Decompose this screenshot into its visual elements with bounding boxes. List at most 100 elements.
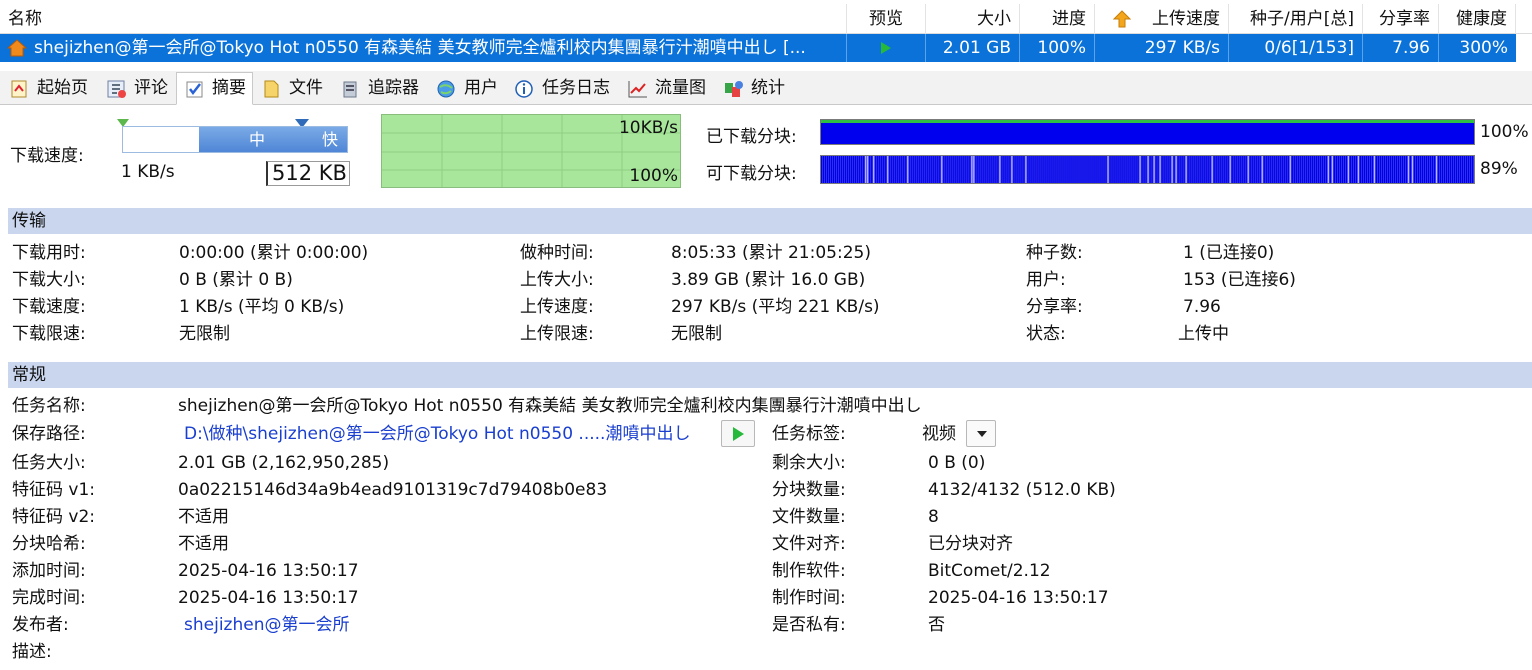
- column-health[interactable]: 健康度: [1439, 4, 1516, 34]
- task-share-ratio: 7.96: [1363, 34, 1439, 62]
- save-path-link[interactable]: D:\做种\shejizhen@第一会所@Tokyo Hot n0550 ...…: [184, 423, 690, 445]
- peers-label: 用户:: [1026, 270, 1066, 290]
- available-percent: 89%: [1480, 159, 1518, 179]
- publisher-link[interactable]: shejizhen@第一会所: [184, 614, 349, 636]
- task-list-header: 名称 预览 大小 进度 上传速度 种子/用户[总] 分享率 健康度: [0, 4, 1532, 34]
- remaining-size-value: 0 B (0): [928, 453, 986, 473]
- tab-summary[interactable]: 摘要: [176, 72, 253, 105]
- info-icon: [515, 80, 533, 98]
- tab-files[interactable]: 文件: [254, 73, 329, 104]
- download-speed-label: 下载速度:: [10, 146, 84, 166]
- downloaded-pieces-bar: [820, 119, 1475, 145]
- hash-v2-value: 不适用: [178, 507, 229, 527]
- file-icon: [264, 80, 279, 98]
- file-count-label: 文件数量:: [772, 507, 846, 527]
- upload-size-value: 3.89 GB (累计 16.0 GB): [671, 270, 866, 290]
- download-speed-row-label: 下载速度:: [12, 297, 86, 317]
- task-progress: 100%: [1020, 34, 1095, 62]
- graph-max-label: 10KB/s: [618, 118, 678, 138]
- seed-time-label: 做种时间:: [520, 243, 594, 263]
- tab-label: 文件: [289, 78, 323, 98]
- file-alignment-value: 已分块对齐: [928, 534, 1013, 554]
- column-seeds-peers[interactable]: 种子/用户[总]: [1229, 4, 1363, 34]
- tab-label: 评论: [134, 78, 168, 98]
- description-label: 描述:: [12, 642, 52, 662]
- speed-limit-field[interactable]: 512 KB: [266, 161, 350, 186]
- tab-comments[interactable]: 评论: [99, 73, 174, 104]
- task-name: shejizhen@第一会所@Tokyo Hot n0550 有森美結 美女教师…: [34, 38, 806, 58]
- upload-speed-row-label: 上传速度:: [520, 297, 594, 317]
- upload-size-label: 上传大小:: [520, 270, 594, 290]
- peers-value: 153 (已连接6): [1183, 270, 1296, 290]
- speed-limit-slider[interactable]: 中 快: [122, 126, 348, 153]
- tab-traffic-chart[interactable]: 流量图: [620, 73, 712, 104]
- tab-users[interactable]: 用户: [429, 73, 504, 104]
- download-limit-label: 下载限速:: [12, 324, 86, 344]
- home-page-icon: [11, 80, 27, 98]
- column-progress[interactable]: 进度: [1020, 4, 1095, 34]
- creator-software-value: BitComet/2.12: [928, 561, 1051, 581]
- open-folder-button[interactable]: [721, 420, 755, 447]
- upload-speed-row-value: 297 KB/s (平均 221 KB/s): [671, 297, 880, 317]
- publisher-label: 发布者:: [12, 615, 69, 635]
- tab-trackers[interactable]: 追踪器: [333, 73, 425, 104]
- column-size[interactable]: 大小: [926, 4, 1020, 34]
- share-ratio-label: 分享率:: [1026, 297, 1083, 317]
- statistics-icon: [725, 81, 743, 97]
- detail-tab-bar: 起始页 评论 摘要 文件 追踪器 用户 任务日志 流量图 统计: [0, 71, 1532, 105]
- download-time-label: 下载用时:: [12, 243, 86, 263]
- hash-v1-value: 0a02215146d34a9b4ead9101319c7d79408b0e83: [178, 480, 608, 500]
- tab-label: 统计: [751, 78, 785, 98]
- column-share-ratio[interactable]: 分享率: [1363, 4, 1439, 34]
- status-value: 上传中: [1178, 324, 1229, 344]
- task-tag-label: 任务标签:: [772, 424, 846, 444]
- task-upload-speed: 297 KB/s: [1095, 34, 1229, 62]
- created-time-value: 2025-04-16 13:50:17: [928, 588, 1109, 608]
- piece-count-label: 分块数量:: [772, 480, 846, 500]
- tab-label: 起始页: [37, 78, 88, 98]
- file-alignment-label: 文件对齐:: [772, 534, 846, 554]
- added-time-value: 2025-04-16 13:50:17: [178, 561, 359, 581]
- column-upload-speed[interactable]: 上传速度: [1095, 4, 1229, 34]
- downloaded-pieces-label: 已下载分块:: [706, 127, 797, 147]
- column-preview[interactable]: 预览: [847, 4, 926, 34]
- seed-time-value: 8:05:33 (累计 21:05:25): [671, 243, 871, 263]
- added-time-label: 添加时间:: [12, 561, 86, 581]
- task-tag-dropdown[interactable]: [966, 420, 996, 447]
- comment-icon: [107, 80, 126, 98]
- task-seeds-peers: 0/6[1/153]: [1229, 34, 1363, 62]
- slider-fast-label: 快: [322, 130, 339, 149]
- play-icon: [733, 427, 744, 441]
- users-globe-icon: [437, 80, 455, 98]
- traffic-chart-icon: [628, 81, 647, 98]
- transfer-section-header: 传输: [8, 208, 1532, 234]
- chevron-down-icon: [977, 431, 987, 437]
- column-name[interactable]: 名称: [0, 4, 847, 34]
- available-pieces-stripes: [821, 156, 1474, 183]
- speed-graph: 10KB/s 100%: [381, 114, 681, 188]
- downloaded-pieces-fill: [821, 123, 1474, 144]
- tab-label: 流量图: [655, 78, 706, 98]
- task-name-label: 任务名称:: [12, 396, 86, 416]
- tab-start-page[interactable]: 起始页: [2, 73, 94, 104]
- hash-v1-label: 特征码 v1:: [12, 480, 96, 500]
- task-size-value: 2.01 GB (2,162,950,285): [178, 453, 390, 473]
- upload-limit-value: 无限制: [671, 324, 722, 344]
- created-time-label: 制作时间:: [772, 588, 846, 608]
- download-time-value: 0:00:00 (累计 0:00:00): [179, 243, 369, 263]
- tab-label: 摘要: [212, 78, 246, 98]
- status-label: 状态:: [1026, 324, 1066, 344]
- preview-play-cell[interactable]: [847, 34, 926, 62]
- tab-statistics[interactable]: 统计: [716, 73, 791, 104]
- tab-label: 用户: [464, 78, 498, 98]
- task-row-selected[interactable]: shejizhen@第一会所@Tokyo Hot n0550 有森美結 美女教师…: [0, 34, 1516, 62]
- tab-task-log[interactable]: 任务日志: [507, 73, 616, 104]
- completed-time-value: 2025-04-16 13:50:17: [178, 588, 359, 608]
- summary-check-icon: [186, 81, 203, 98]
- piece-count-value: 4132/4132 (512.0 KB): [928, 480, 1116, 500]
- creator-software-label: 制作软件:: [772, 561, 846, 581]
- download-size-label: 下载大小:: [12, 270, 86, 290]
- tab-label: 任务日志: [542, 78, 610, 98]
- upload-arrow-icon: [1113, 10, 1131, 28]
- current-download-speed: 1 KB/s: [121, 162, 175, 182]
